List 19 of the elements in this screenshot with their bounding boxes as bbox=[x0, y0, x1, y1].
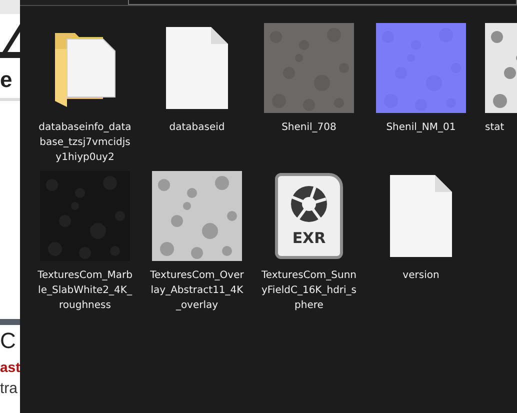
header-bar bbox=[0, 0, 20, 14]
aperture-icon bbox=[290, 185, 328, 223]
file-name[interactable]: stat bbox=[485, 120, 504, 135]
image-file-icon[interactable]: EXR bbox=[275, 173, 343, 259]
file-name[interactable]: TexturesCom_Marble_SlabWhite2_4K_roughness bbox=[37, 268, 133, 313]
file-name[interactable]: databaseid bbox=[149, 120, 245, 135]
file-name[interactable]: TexturesCom_Overlay_Abstract11_4K_overlay bbox=[149, 268, 245, 313]
body-text: tra bbox=[0, 381, 19, 397]
file-type-label: EXR bbox=[292, 229, 326, 247]
heading-text: e bbox=[0, 68, 14, 92]
file-name[interactable]: version bbox=[373, 268, 469, 283]
file-name[interactable]: databaseinfo_database_tzsj7vmcidjsy1hiyp0uy2 bbox=[37, 120, 133, 165]
title-text: C bbox=[0, 329, 17, 353]
file-name[interactable]: Shenil_708 bbox=[261, 120, 357, 135]
link-text[interactable]: ast bbox=[0, 359, 20, 375]
file-name[interactable]: Shenil_NM_01 bbox=[373, 120, 469, 135]
file-name[interactable]: TexturesCom_SunnyFieldC_16K_hdri_sphere bbox=[261, 268, 357, 313]
document-icon[interactable] bbox=[389, 174, 453, 258]
document-icon[interactable] bbox=[165, 26, 229, 110]
